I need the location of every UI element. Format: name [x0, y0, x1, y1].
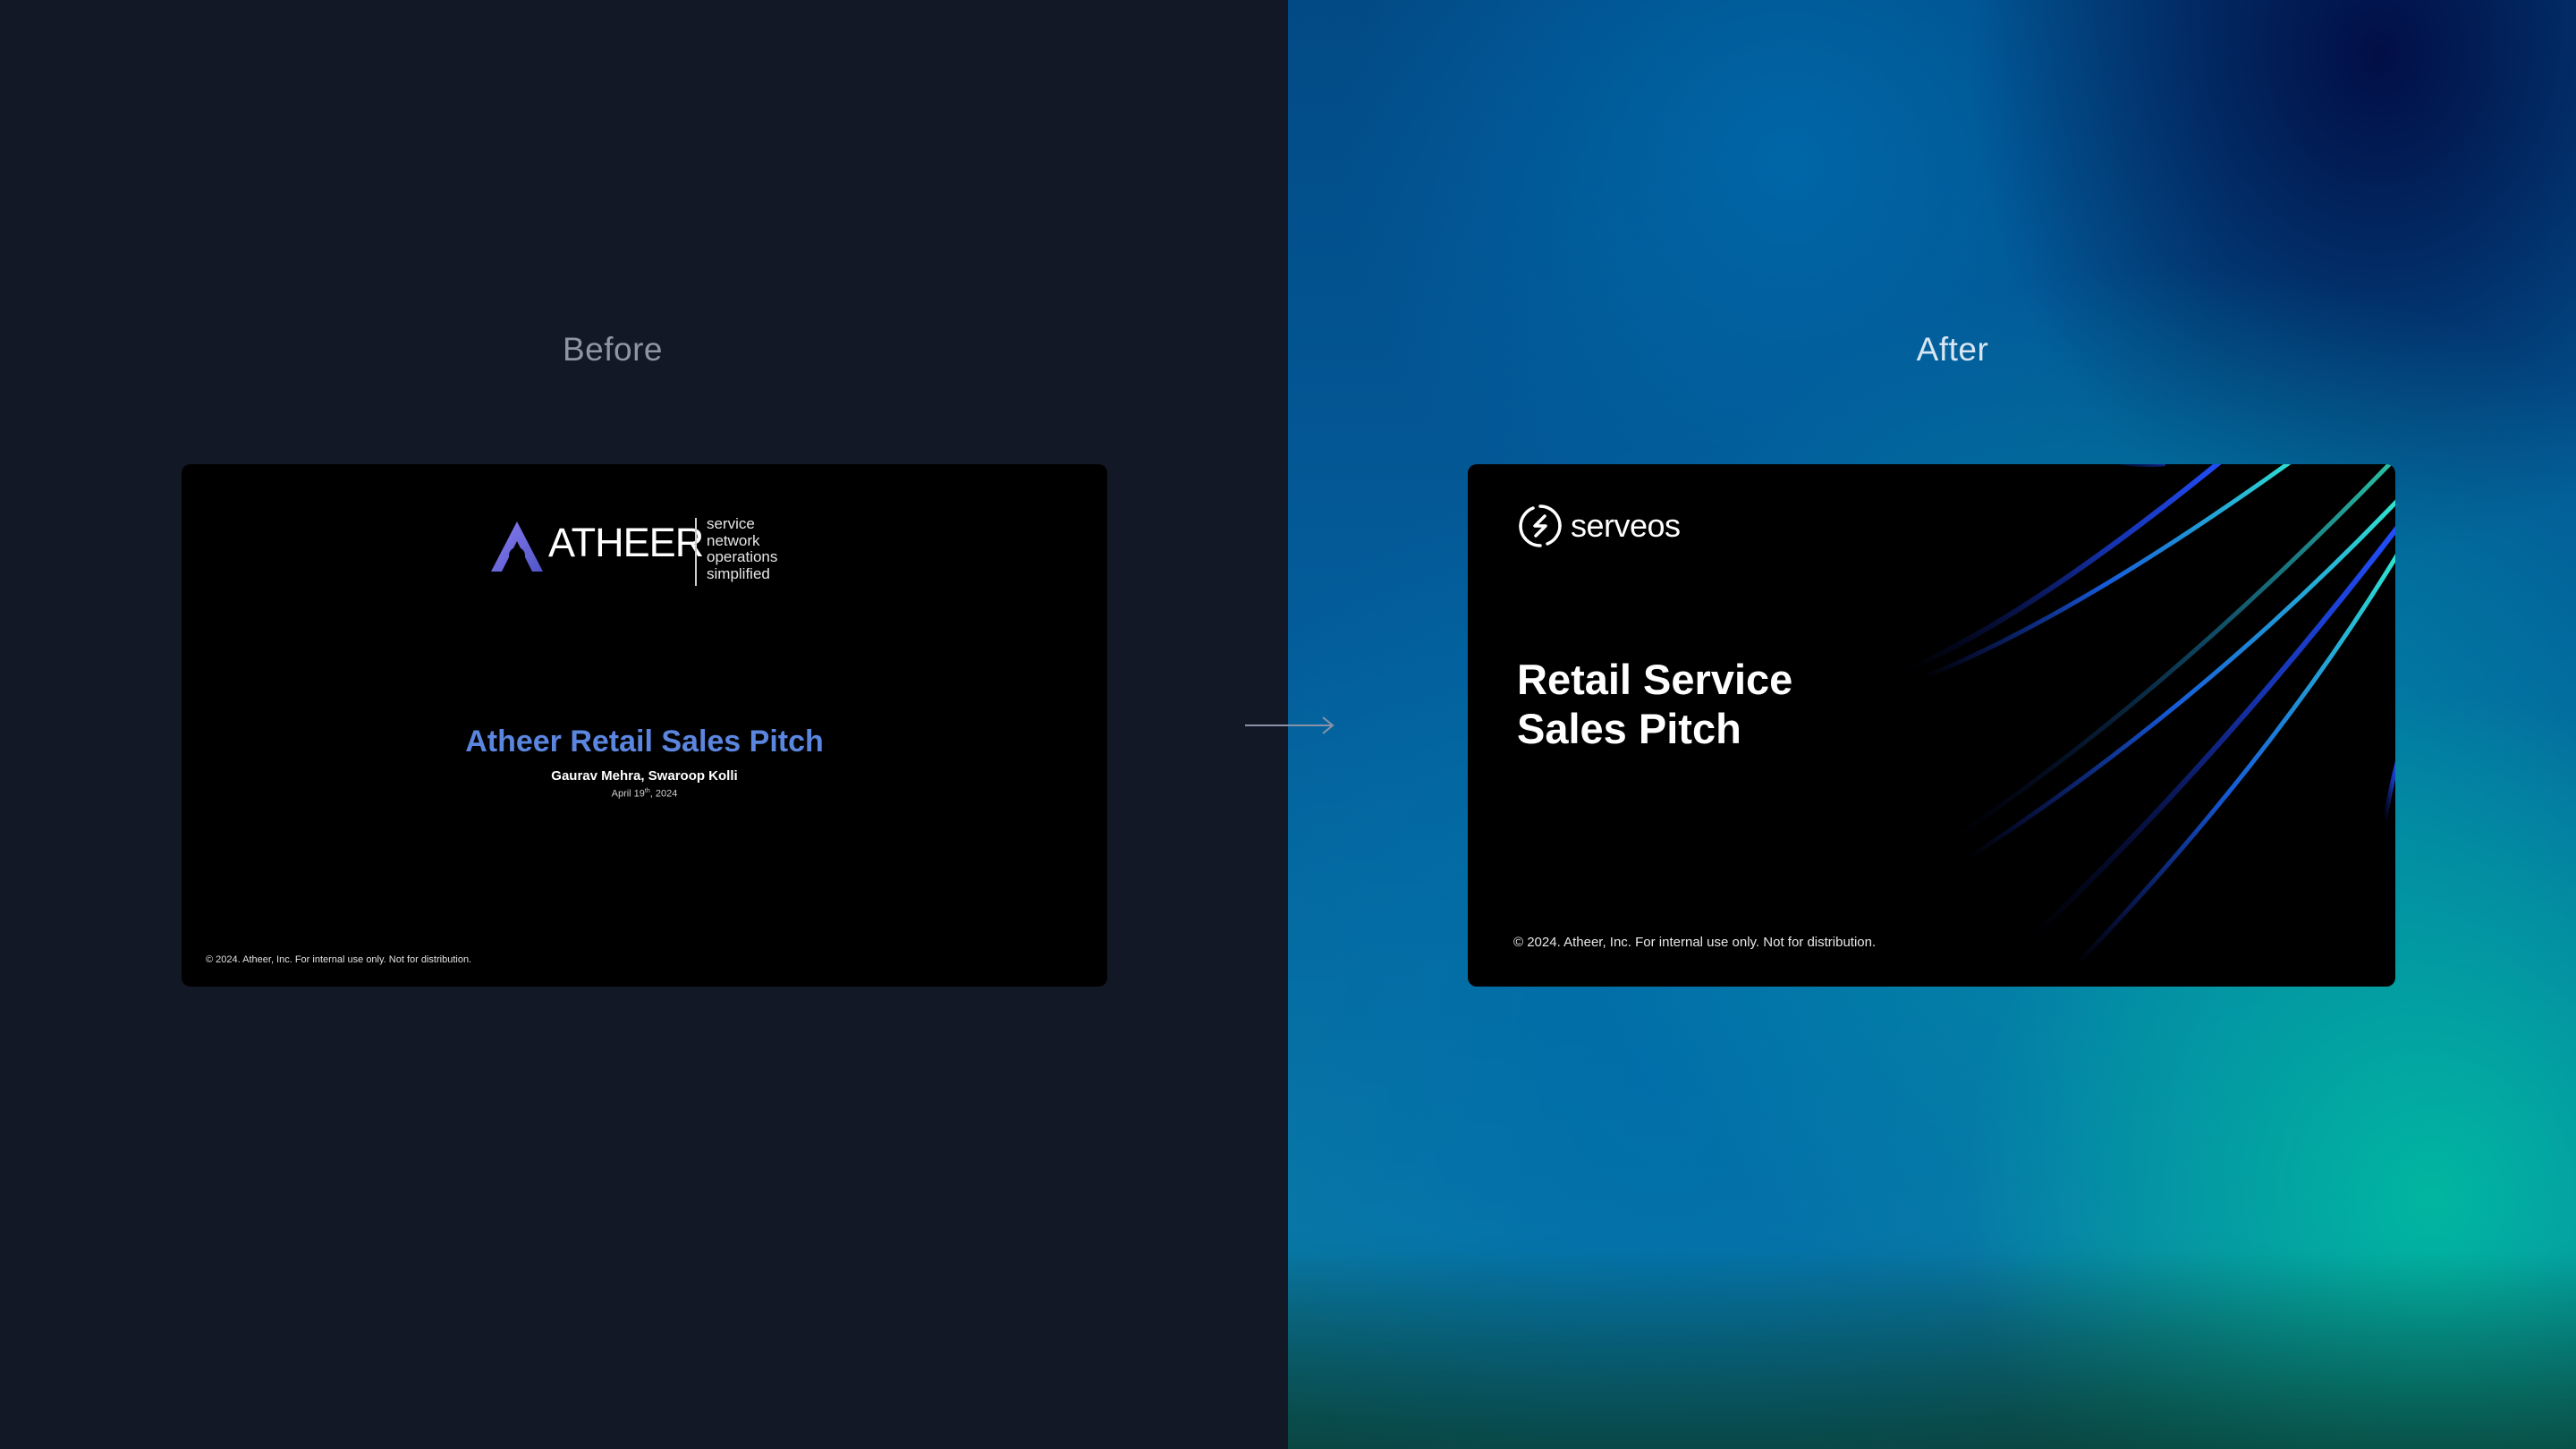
before-slide: ATHEER service network operations simpli… [182, 464, 1107, 987]
arrow-right-icon [1245, 716, 1335, 734]
serveos-logo: serveos [1517, 503, 1732, 553]
before-slide-title: Atheer Retail Sales Pitch [465, 724, 824, 758]
atheer-wordmark: ATHEER [548, 520, 704, 565]
after-slide: serveos Retail Service Sales Pitch © 202… [1468, 464, 2395, 987]
atheer-logo-icon [491, 521, 543, 572]
serveos-wordmark: serveos [1571, 507, 1681, 544]
tagline-line: network [707, 531, 760, 549]
before-slide-date: April 19th, 2024 [182, 788, 1107, 800]
logo-divider [695, 518, 697, 586]
title-line-2: Sales Pitch [1517, 705, 1741, 752]
title-line-1: Retail Service [1517, 656, 1793, 703]
after-slide-footer: © 2024. Atheer, Inc. For internal use on… [1513, 935, 1877, 950]
comparison-stage: Before After ATHEER service network oper… [0, 0, 2576, 1449]
after-label: After [1916, 331, 1989, 368]
tagline-line: service [707, 515, 755, 532]
tagline-line: operations [707, 548, 778, 565]
before-slide-authors: Gaurav Mehra, Swaroop Kolli [551, 768, 738, 784]
date-main: April 19 [611, 788, 645, 800]
atheer-tagline: service network operations simplified [707, 515, 778, 582]
after-slide-title: Retail Service Sales Pitch [1517, 655, 1982, 753]
serveos-logo-icon [1519, 504, 1562, 547]
atheer-logo: ATHEER service network operations simpli… [487, 509, 809, 589]
date-year: , 2024 [649, 788, 678, 800]
tagline-line: simplified [707, 564, 770, 582]
before-label: Before [562, 331, 663, 368]
before-slide-footer: © 2024. Atheer, Inc. For internal use on… [206, 954, 472, 965]
